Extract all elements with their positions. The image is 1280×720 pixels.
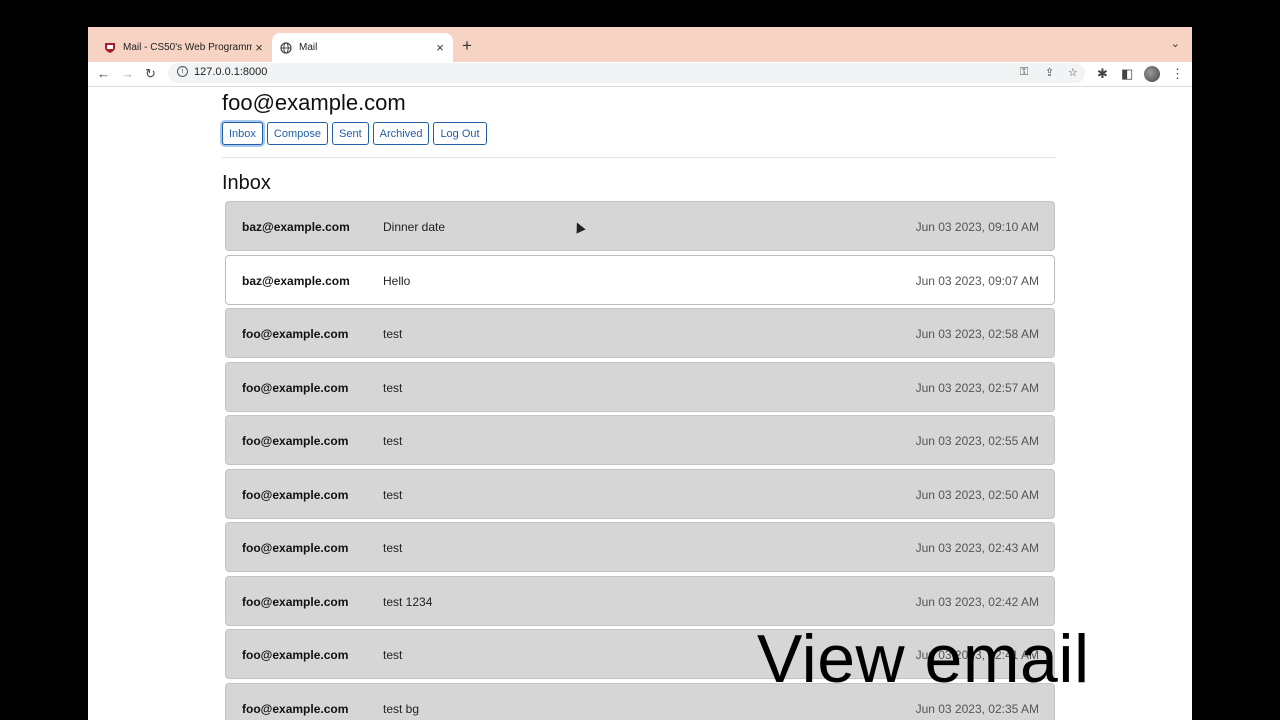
email-subject: test <box>383 648 403 662</box>
tab-strip: Mail - CS50's Web Programmin × Mail × + … <box>88 27 1192 62</box>
email-subject: Hello <box>383 273 411 288</box>
email-sender: foo@example.com <box>242 487 349 502</box>
email-row[interactable]: baz@example.com Dinner date Jun 03 2023, 0… <box>225 201 1055 251</box>
side-panel-icon[interactable]: ◧ <box>1121 65 1133 83</box>
forward-icon[interactable]: → <box>121 65 134 83</box>
tab-mail-cs50[interactable]: Mail - CS50's Web Programmin × <box>96 33 272 62</box>
email-timestamp: Jun 03 2023, 02:57 AM <box>915 380 1039 395</box>
email-sender: foo@example.com <box>242 327 349 341</box>
site-info-icon[interactable]: i <box>177 66 188 77</box>
email-row[interactable]: foo@example.com test Jun 03 2023, 02:43 AM <box>225 522 1055 572</box>
bookmark-star-icon[interactable]: ☆ <box>1068 66 1078 79</box>
key-icon[interactable]: ⚿ <box>1020 66 1028 79</box>
tab-title: Mail - CS50's Web Programmin <box>123 42 252 53</box>
divider <box>222 157 1056 158</box>
compose-button[interactable]: Compose <box>266 122 328 145</box>
sent-button[interactable]: Sent <box>332 122 369 145</box>
tab-search-chevron-icon[interactable]: ⌄ <box>1171 37 1180 50</box>
address-bar[interactable]: i 127.0.0.1:8000 ⚿ ⇪ ☆ <box>168 63 1085 83</box>
email-subject: test bg <box>383 701 420 716</box>
email-subject: test <box>383 487 403 502</box>
email-sender: foo@example.com <box>242 648 349 662</box>
profile-avatar[interactable] <box>1144 66 1160 82</box>
tab-title: Mail <box>299 42 318 53</box>
email-subject: test <box>383 541 403 555</box>
email-sender: foo@example.com <box>242 380 349 395</box>
email-sender: foo@example.com <box>242 434 349 448</box>
email-row[interactable]: foo@example.com test Jun 03 2023, 02:58 AM <box>225 308 1055 358</box>
new-tab-button[interactable]: + <box>462 36 472 56</box>
archived-button[interactable]: Archived <box>372 122 430 145</box>
menu-kebab-icon[interactable]: ⋮ <box>1171 65 1184 83</box>
email-row[interactable]: foo@example.com test 1234 Jun 03 2023, 02:… <box>225 575 1055 626</box>
email-sender: baz@example.com <box>242 273 350 288</box>
email-row[interactable]: foo@example.com test Jun 03 2023, 02:55 AM <box>225 415 1055 465</box>
email-sender: foo@example.com <box>242 541 349 555</box>
view-title: Inbox <box>222 172 271 194</box>
url-text: 127.0.0.1:8000 <box>194 66 268 78</box>
nav-buttons: Inbox Compose Sent Archived Log Out <box>222 122 487 145</box>
browser-window: Mail - CS50's Web Programmin × Mail × + … <box>88 27 1192 720</box>
browser-toolbar: ← → ↻ i 127.0.0.1:8000 ⚿ ⇪ ☆ ✱ ◧ ⋮ <box>88 62 1192 87</box>
close-tab-icon[interactable]: × <box>433 40 447 55</box>
email-sender: foo@example.com <box>242 701 349 716</box>
globe-icon <box>280 41 292 54</box>
email-sender: foo@example.com <box>242 594 349 609</box>
email-timestamp: Jun 03 2023, 09:10 AM <box>915 220 1039 234</box>
email-timestamp: Jun 03 2023, 02:35 AM <box>915 701 1039 716</box>
email-row[interactable]: baz@example.com Hello Jun 03 2023, 09:07 A… <box>225 254 1055 305</box>
email-timestamp: Jun 03 2023, 02:58 AM <box>915 327 1039 341</box>
extensions-puzzle-icon[interactable]: ✱ <box>1097 65 1108 83</box>
email-row[interactable]: foo@example.com test Jun 03 2023, 02:50 AM <box>225 468 1055 519</box>
email-timestamp: Jun 03 2023, 02:55 AM <box>915 434 1039 448</box>
logout-button[interactable]: Log Out <box>433 122 487 145</box>
email-row[interactable]: foo@example.com test Jun 03 2023, 02:57 AM <box>225 361 1055 412</box>
back-icon[interactable]: ← <box>97 65 110 83</box>
inbox-button[interactable]: Inbox <box>222 122 263 145</box>
shield-icon <box>105 42 115 53</box>
email-subject: Dinner date <box>383 220 446 234</box>
email-timestamp: Jun 03 2023, 02:42 AM <box>915 594 1039 609</box>
user-email-heading: foo@example.com <box>222 90 406 115</box>
close-tab-icon[interactable]: × <box>252 40 266 55</box>
email-subject: test <box>383 327 403 341</box>
email-sender: baz@example.com <box>242 220 350 234</box>
tab-mail[interactable]: Mail × <box>272 33 453 62</box>
email-timestamp: Jun 03 2023, 02:50 AM <box>915 487 1039 502</box>
email-subject: test <box>383 434 403 448</box>
share-icon[interactable]: ⇪ <box>1045 66 1054 79</box>
email-subject: test <box>383 380 403 395</box>
email-timestamp: Jun 03 2023, 09:07 AM <box>915 273 1039 288</box>
email-timestamp: Jun 03 2023, 02:43 AM <box>915 541 1039 555</box>
reload-icon[interactable]: ↻ <box>145 65 156 83</box>
overlay-caption: View email <box>757 621 1090 697</box>
email-subject: test 1234 <box>383 594 433 609</box>
